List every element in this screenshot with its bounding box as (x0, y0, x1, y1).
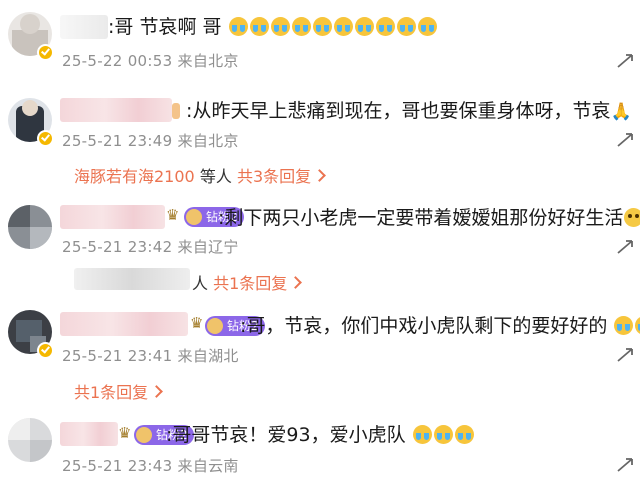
comment-location: 来自北京 (177, 132, 239, 150)
username[interactable] (60, 205, 165, 229)
username[interactable] (60, 312, 188, 336)
pleading-emoji (624, 208, 640, 227)
verified-icon (37, 44, 54, 61)
share-icon[interactable] (615, 52, 635, 70)
share-icon[interactable] (615, 346, 635, 364)
comment-text: :剩下两只小老虎一定要带着嫒嫒姐那份好好生活 (218, 206, 640, 230)
replies-link[interactable]: 共1条回复 (74, 379, 164, 403)
comment-text: :哥 节哀啊 哥 (108, 15, 438, 39)
verified-icon (37, 342, 54, 359)
comment-time: 25-5-21 23:41 (62, 347, 173, 365)
share-icon[interactable] (615, 456, 635, 474)
comment-location: 来自辽宁 (177, 238, 239, 256)
crown-icon: ♛ (118, 424, 132, 442)
avatar[interactable] (8, 418, 52, 462)
crying-emoji (228, 16, 438, 38)
comment-time: 25-5-21 23:49 (62, 132, 173, 150)
comment-time: 25-5-22 00:53 (62, 52, 173, 70)
username[interactable] (60, 422, 118, 446)
comment-text: :哥哥节哀！爱93，爱小虎队 (166, 423, 475, 447)
comment-location: 来自湖北 (177, 347, 239, 365)
username[interactable] (60, 98, 172, 122)
comment-meta: 25-5-21 23:49 来自北京 (62, 130, 239, 151)
comment-text: :哥，节哀，你们中戏小虎队剩下的要好好的 (240, 314, 640, 338)
pray-emoji: 🙏 (610, 102, 632, 122)
crown-icon: ♛ (190, 314, 204, 332)
comment-meta: 25-5-22 00:53 来自北京 (62, 50, 239, 71)
crying-emoji (613, 315, 640, 337)
comment-location: 来自云南 (177, 457, 239, 475)
verified-icon (37, 130, 54, 147)
avatar[interactable] (8, 205, 52, 249)
reply-username[interactable] (74, 268, 190, 290)
crying-emoji (412, 424, 475, 446)
comment-meta: 25-5-21 23:41 来自湖北 (62, 345, 239, 366)
comment-meta: 25-5-21 23:42 来自辽宁 (62, 236, 239, 257)
replies-link[interactable]: 人 共1条回复 (192, 270, 303, 294)
comment-meta: 25-5-21 23:43 来自云南 (62, 455, 239, 476)
comment-time: 25-5-21 23:43 (62, 457, 173, 475)
share-icon[interactable] (615, 131, 635, 149)
replies-link[interactable]: 海豚若有海2100 等人 共3条回复 (74, 163, 326, 187)
share-icon[interactable] (615, 238, 635, 256)
comment-location: 来自北京 (177, 52, 239, 70)
comment-time: 25-5-21 23:42 (62, 238, 173, 256)
username[interactable] (60, 15, 108, 39)
comment-text: :从昨天早上悲痛到现在，哥也要保重身体呀，节哀🙏 (172, 99, 632, 124)
crown-icon: ♛ (166, 206, 180, 224)
pleading-emoji (172, 103, 180, 119)
